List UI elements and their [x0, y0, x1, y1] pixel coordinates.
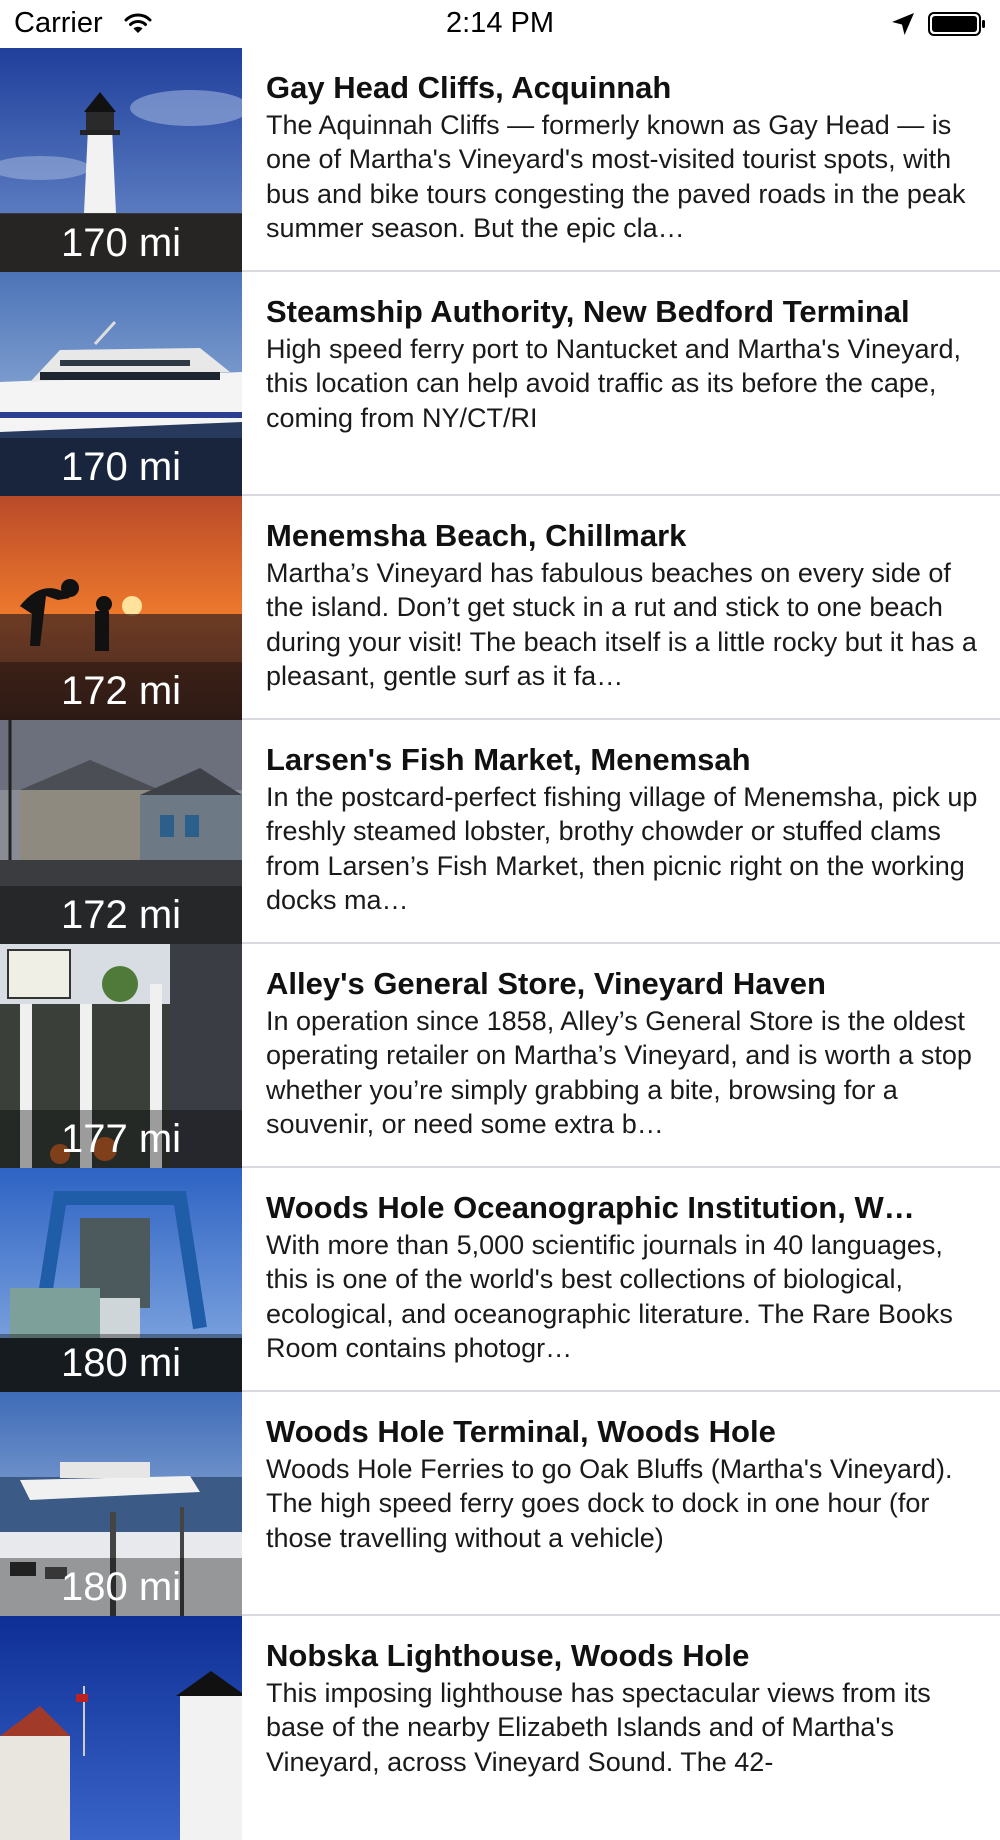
place-description: The Aquinnah Cliffs — formerly known as … — [266, 110, 966, 243]
place-row[interactable]: 172 mi Larsen's Fish Market, Menemsah In… — [0, 720, 1000, 944]
place-row[interactable]: 180 mi Woods Hole Terminal, Woods Hole W… — [0, 1392, 1000, 1616]
place-title: Larsen's Fish Market, Menemsah — [266, 742, 751, 777]
place-description: In the postcard-perfect fishing village … — [266, 782, 978, 915]
place-row[interactable]: Nobska Lighthouse, Woods Hole This impos… — [0, 1616, 1000, 1840]
distance-label: 172 mi — [0, 886, 242, 944]
distance-label: 180 mi — [0, 1558, 242, 1616]
place-row[interactable]: 170 mi Steamship Authority, New Bedford … — [0, 272, 1000, 496]
place-description: In operation since 1858, Alley’s General… — [266, 1006, 972, 1139]
place-row[interactable]: 177 mi Alley's General Store, Vineyard H… — [0, 944, 1000, 1168]
distance-label: 180 mi — [0, 1334, 242, 1392]
distance-label: 170 mi — [0, 438, 242, 496]
place-title: Gay Head Cliffs, Acquinnah — [266, 70, 672, 105]
place-title: Alley's General Store, Vineyard Haven — [266, 966, 826, 1001]
clock-time: 2:14 PM — [446, 7, 554, 39]
place-row[interactable]: 170 mi Gay Head Cliffs, Acquinnah The Aq… — [0, 48, 1000, 272]
place-title: Woods Hole Terminal, Woods Hole — [266, 1414, 776, 1449]
distance-label: 177 mi — [0, 1110, 242, 1168]
place-row[interactable]: 180 mi Woods Hole Oceanographic Institut… — [0, 1168, 1000, 1392]
place-description: High speed ferry port to Nantucket and M… — [266, 334, 962, 433]
location-arrow-icon — [892, 13, 914, 35]
place-title: Nobska Lighthouse, Woods Hole — [266, 1638, 750, 1673]
place-thumbnail — [0, 1616, 242, 1840]
place-description: Woods Hole Ferries to go Oak Bluffs (Mar… — [266, 1454, 953, 1553]
place-description: Martha’s Vineyard has fabulous beaches o… — [266, 558, 977, 691]
distance-label: 170 mi — [0, 214, 242, 272]
nobska-lighthouse-photo — [0, 1616, 242, 1840]
place-title: Steamship Authority, New Bedford Termina… — [266, 294, 910, 329]
distance-label: 172 mi — [0, 662, 242, 720]
battery-icon — [928, 12, 985, 36]
places-list: 170 mi Gay Head Cliffs, Acquinnah The Aq… — [0, 48, 1000, 1840]
place-description: With more than 5,000 scientific journals… — [266, 1230, 953, 1363]
status-bar: Carrier 2:14 PM — [0, 0, 1000, 48]
place-title: Menemsha Beach, Chillmark — [266, 518, 687, 553]
place-title: Woods Hole Oceanographic Institution, W… — [266, 1190, 915, 1225]
place-description: This imposing lighthouse has spectacular… — [266, 1678, 931, 1777]
place-row[interactable]: 172 mi Menemsha Beach, Chillmark Martha’… — [0, 496, 1000, 720]
